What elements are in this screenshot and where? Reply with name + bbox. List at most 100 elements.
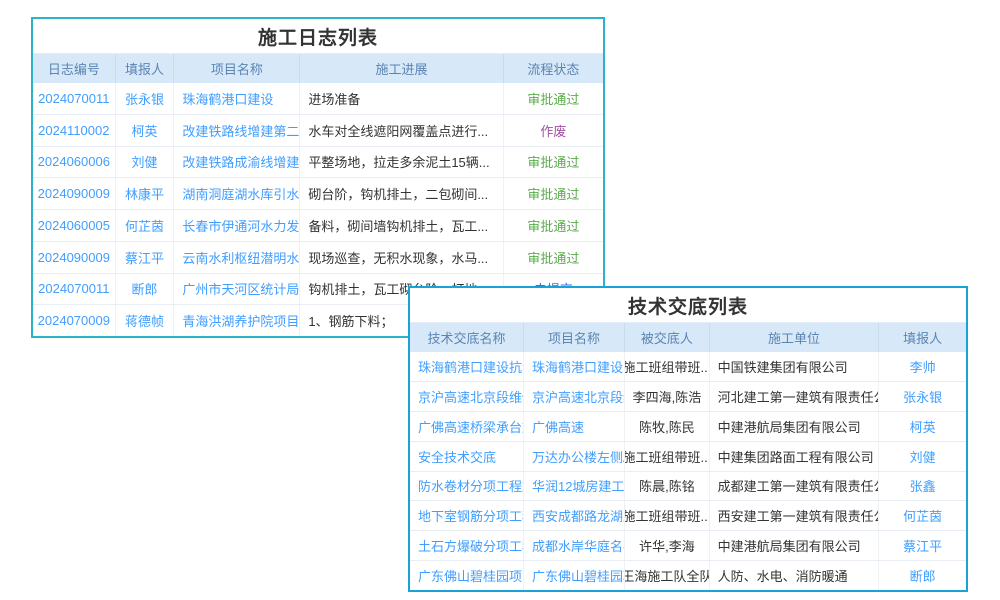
cell-disclosure-name[interactable]: 土石方爆破分项工程... (410, 531, 524, 560)
cell-reporter[interactable]: 张永银 (116, 83, 175, 114)
column-header: 施工单位 (710, 323, 880, 352)
table-row: 地下室钢筋分项工程...西安成都路龙湖上...施工班组带班...西安建工第一建筑… (410, 501, 966, 531)
cell-reporter[interactable]: 林康平 (116, 178, 175, 209)
table-row: 防水卷材分项工程施...华润12城房建工...陈晨,陈铭成都建工第一建筑有限责任… (410, 472, 966, 502)
tech-disclosure-header-row: 技术交底名称项目名称被交底人施工单位填报人 (410, 322, 966, 352)
table-row: 2024070011张永银珠海鹤港口建设进场准备审批通过 (33, 83, 603, 115)
cell-project[interactable]: 长春市伊通河水力发电厂... (174, 210, 300, 241)
cell-progress: 进场准备 (300, 83, 503, 114)
cell-unit: 中建集团路面工程有限公司 (710, 442, 880, 471)
cell-reporter[interactable]: 蔡江平 (879, 531, 966, 560)
cell-reporter[interactable]: 刘健 (116, 147, 175, 178)
cell-progress: 现场巡查，无积水现象，水马... (300, 242, 503, 273)
cell-log-id[interactable]: 2024090009 (33, 242, 116, 273)
cell-recipient: 陈晨,陈铭 (625, 472, 710, 501)
cell-disclosure-name[interactable]: 广东佛山碧桂园项目... (410, 561, 524, 590)
cell-reporter[interactable]: 柯英 (879, 412, 966, 441)
cell-project[interactable]: 云南水利枢纽潜明水库一... (174, 242, 300, 273)
cell-unit: 中建港航局集团有限公司 (710, 531, 880, 560)
cell-status: 审批通过 (504, 147, 603, 178)
construction-log-title: 施工日志列表 (33, 19, 603, 53)
cell-log-id[interactable]: 2024060006 (33, 147, 116, 178)
table-row: 2024060005何芷茵长春市伊通河水力发电厂...备料，砌间墙钩机排土，瓦工… (33, 210, 603, 242)
cell-project[interactable]: 珠海鹤港口建设 (524, 352, 625, 381)
cell-recipient: 许华,李海 (625, 531, 710, 560)
cell-project[interactable]: 湖南洞庭湖水库引水工程... (174, 178, 300, 209)
cell-reporter[interactable]: 断郎 (879, 561, 966, 590)
cell-log-id[interactable]: 2024070009 (33, 305, 116, 336)
cell-reporter[interactable]: 李帅 (879, 352, 966, 381)
cell-reporter[interactable]: 柯英 (116, 115, 175, 146)
table-row: 珠海鹤港口建设抗浮...珠海鹤港口建设施工班组带班...中国铁建集团有限公司李帅 (410, 352, 966, 382)
table-row: 2024060006刘健改建铁路成渝线增建第二...平整场地，拉走多余泥土15辆… (33, 147, 603, 179)
column-header: 施工进展 (300, 54, 503, 83)
cell-recipient: 施工班组带班... (625, 442, 710, 471)
column-header: 流程状态 (504, 54, 603, 83)
cell-reporter[interactable]: 蔡江平 (116, 242, 175, 273)
tech-disclosure-panel: 技术交底列表 技术交底名称项目名称被交底人施工单位填报人 珠海鹤港口建设抗浮..… (408, 286, 968, 592)
cell-log-id[interactable]: 2024070011 (33, 274, 116, 305)
cell-reporter[interactable]: 蒋德帧 (116, 305, 175, 336)
cell-project[interactable]: 广佛高速 (524, 412, 625, 441)
tech-disclosure-title: 技术交底列表 (410, 288, 966, 322)
cell-project[interactable]: 珠海鹤港口建设 (174, 83, 300, 114)
cell-recipient: 陈牧,陈民 (625, 412, 710, 441)
cell-project[interactable]: 改建铁路成渝线增建第二... (174, 147, 300, 178)
cell-disclosure-name[interactable]: 防水卷材分项工程施... (410, 472, 524, 501)
cell-progress: 砌台阶，钩机排土，二包砌间... (300, 178, 503, 209)
table-row: 广东佛山碧桂园项目...广东佛山碧桂园项目王海施工队全队人防、水电、消防暖通断郎 (410, 561, 966, 590)
column-header: 项目名称 (174, 54, 300, 83)
cell-unit: 中建港航局集团有限公司 (710, 412, 880, 441)
table-row: 京沪高速北京段维修...京沪高速北京段维修李四海,陈浩河北建工第一建筑有限责任公… (410, 382, 966, 412)
cell-reporter[interactable]: 断郎 (116, 274, 175, 305)
cell-recipient: 施工班组带班... (625, 352, 710, 381)
cell-project[interactable]: 万达办公楼左侧A... (524, 442, 625, 471)
cell-unit: 西安建工第一建筑有限责任公司 (710, 501, 880, 530)
cell-project[interactable]: 京沪高速北京段维修 (524, 382, 625, 411)
cell-recipient: 施工班组带班... (625, 501, 710, 530)
cell-disclosure-name[interactable]: 珠海鹤港口建设抗浮... (410, 352, 524, 381)
cell-project[interactable]: 广东佛山碧桂园项目 (524, 561, 625, 590)
cell-log-id[interactable]: 2024060005 (33, 210, 116, 241)
cell-reporter[interactable]: 何芷茵 (116, 210, 175, 241)
table-row: 2024110002柯英改建铁路线增建第二线直...水车对全线遮阳网覆盖点进行.… (33, 115, 603, 147)
column-header: 项目名称 (524, 323, 625, 352)
cell-disclosure-name[interactable]: 广佛高速桥梁承台施... (410, 412, 524, 441)
cell-status: 审批通过 (504, 210, 603, 241)
cell-status: 审批通过 (504, 242, 603, 273)
cell-project[interactable]: 成都水岸华庭名苑... (524, 531, 625, 560)
cell-reporter[interactable]: 何芷茵 (879, 501, 966, 530)
construction-log-header-row: 日志编号填报人项目名称施工进展流程状态 (33, 53, 603, 83)
cell-log-id[interactable]: 2024090009 (33, 178, 116, 209)
table-row: 广佛高速桥梁承台施...广佛高速陈牧,陈民中建港航局集团有限公司柯英 (410, 412, 966, 442)
cell-project[interactable]: 改建铁路线增建第二线直... (174, 115, 300, 146)
tech-disclosure-body: 珠海鹤港口建设抗浮...珠海鹤港口建设施工班组带班...中国铁建集团有限公司李帅… (410, 352, 966, 590)
cell-reporter[interactable]: 张永银 (879, 382, 966, 411)
cell-project[interactable]: 西安成都路龙湖上... (524, 501, 625, 530)
cell-project[interactable]: 华润12城房建工... (524, 472, 625, 501)
cell-progress: 平整场地，拉走多余泥土15辆... (300, 147, 503, 178)
cell-unit: 成都建工第一建筑有限责任公司 (710, 472, 880, 501)
cell-status: 审批通过 (504, 178, 603, 209)
cell-log-id[interactable]: 2024070011 (33, 83, 116, 114)
cell-log-id[interactable]: 2024110002 (33, 115, 116, 146)
table-row: 2024090009蔡江平云南水利枢纽潜明水库一...现场巡查，无积水现象，水马… (33, 242, 603, 274)
cell-unit: 人防、水电、消防暖通 (710, 561, 880, 590)
cell-reporter[interactable]: 张鑫 (879, 472, 966, 501)
column-header: 被交底人 (625, 323, 710, 352)
table-row: 土石方爆破分项工程...成都水岸华庭名苑...许华,李海中建港航局集团有限公司蔡… (410, 531, 966, 561)
cell-project[interactable]: 青海洪湖养护院项目 (174, 305, 300, 336)
column-header: 填报人 (116, 54, 175, 83)
table-row: 安全技术交底万达办公楼左侧A...施工班组带班...中建集团路面工程有限公司刘健 (410, 442, 966, 472)
cell-recipient: 王海施工队全队 (625, 561, 710, 590)
cell-unit: 河北建工第一建筑有限责任公司 (710, 382, 880, 411)
table-row: 2024090009林康平湖南洞庭湖水库引水工程...砌台阶，钩机排土，二包砌间… (33, 178, 603, 210)
cell-reporter[interactable]: 刘健 (879, 442, 966, 471)
cell-disclosure-name[interactable]: 京沪高速北京段维修... (410, 382, 524, 411)
cell-disclosure-name[interactable]: 安全技术交底 (410, 442, 524, 471)
cell-status: 审批通过 (504, 83, 603, 114)
column-header: 日志编号 (33, 54, 116, 83)
cell-project[interactable]: 广州市天河区统计局机房... (174, 274, 300, 305)
cell-disclosure-name[interactable]: 地下室钢筋分项工程... (410, 501, 524, 530)
cell-unit: 中国铁建集团有限公司 (710, 352, 880, 381)
